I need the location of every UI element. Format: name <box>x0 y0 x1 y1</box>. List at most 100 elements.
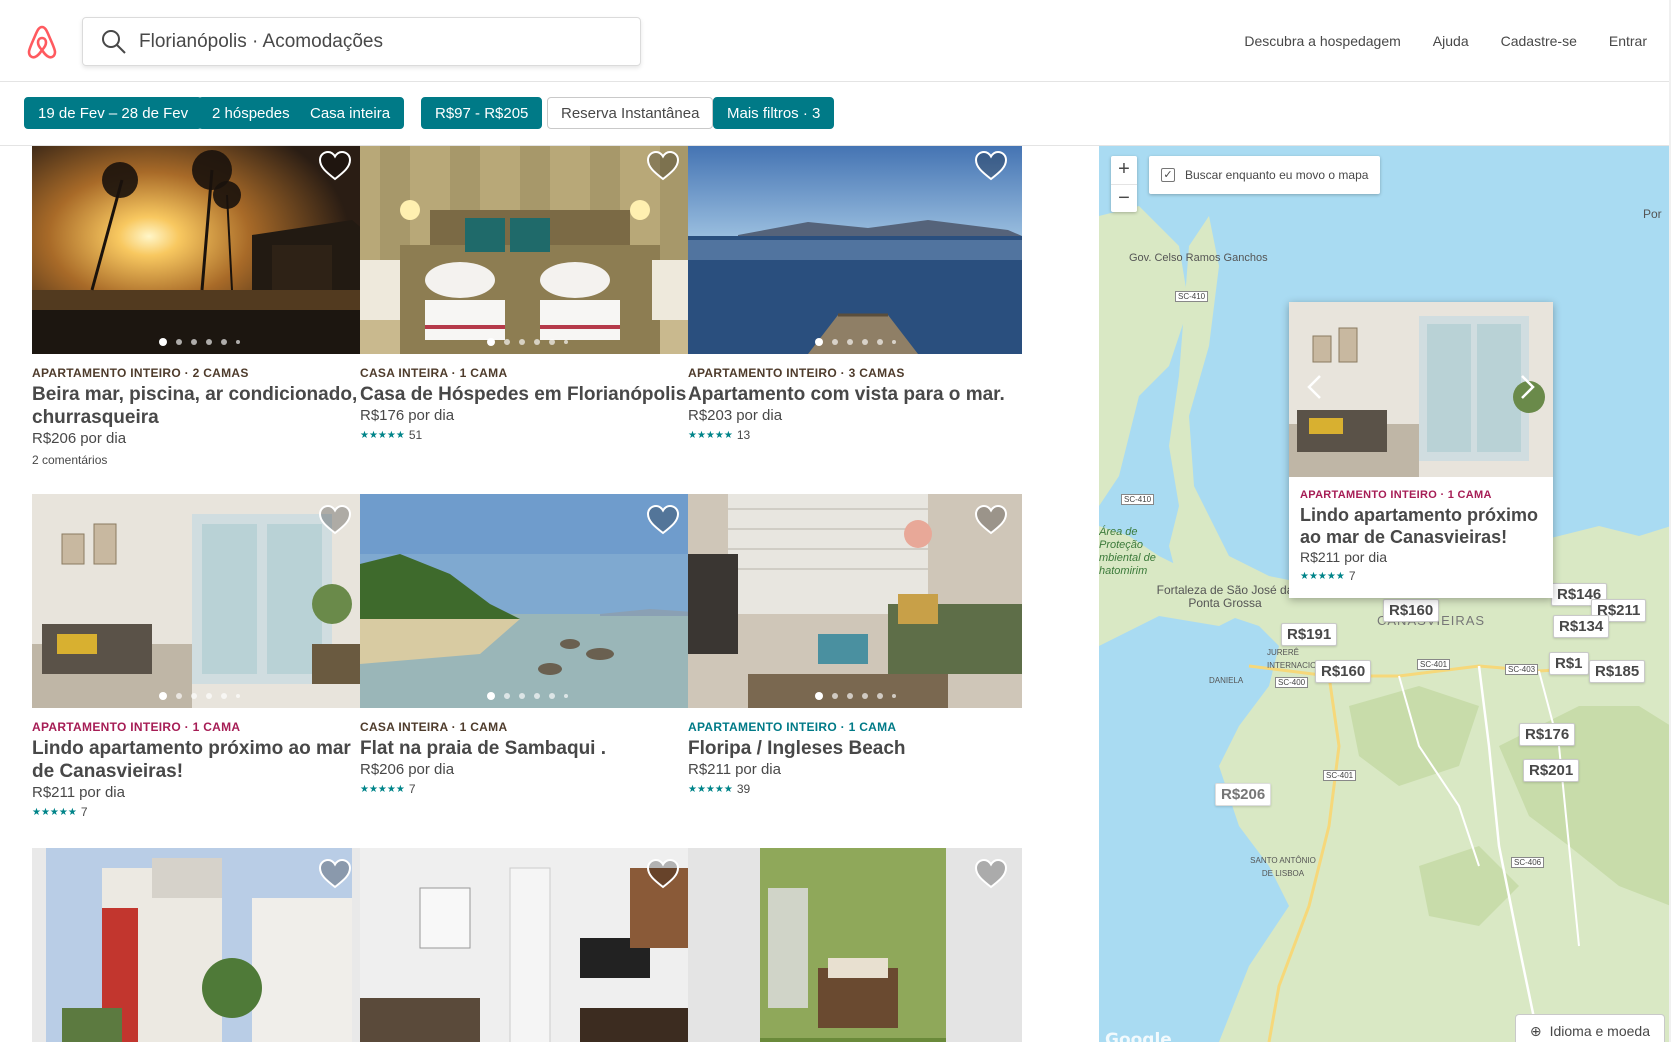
listing-photo-image <box>32 494 366 708</box>
listing-title[interactable]: Beira mar, piscina, ar condicionado, chu… <box>32 383 366 429</box>
map-price-pin[interactable]: R$176 <box>1519 723 1576 746</box>
heart-icon[interactable] <box>974 858 1008 890</box>
listing-photo[interactable] <box>360 146 694 354</box>
search-box[interactable] <box>82 17 641 66</box>
chevron-left-icon[interactable] <box>1303 372 1327 402</box>
listing-card[interactable] <box>32 848 366 1042</box>
road-tag: SC-403 <box>1505 664 1539 675</box>
popup-photo[interactable] <box>1289 302 1553 477</box>
price-unit: por dia <box>735 761 781 778</box>
filter-room-type[interactable]: Casa inteira <box>296 97 405 129</box>
popup-body: APARTAMENTO INTEIRO · 1 CAMA Lindo apart… <box>1289 477 1553 583</box>
listing-title[interactable]: Casa de Hóspedes em Florianópolis <box>360 383 694 406</box>
google-logo: Google <box>1105 1030 1172 1042</box>
listing-photo[interactable] <box>32 848 366 1042</box>
heart-icon[interactable] <box>318 150 352 182</box>
filter-more[interactable]: Mais filtros · 3 <box>713 97 835 129</box>
nav-discover-hosting[interactable]: Descubra a hospedagem <box>1244 33 1400 49</box>
nav-help[interactable]: Ajuda <box>1433 33 1469 49</box>
heart-icon[interactable] <box>646 150 680 182</box>
checkbox-checked-icon[interactable]: ✓ <box>1161 168 1175 182</box>
map-price-pin[interactable]: R$160 <box>1383 599 1440 622</box>
search-as-map-moves-label: Buscar enquanto eu movo o mapa <box>1185 168 1369 182</box>
listing-photo-image <box>32 848 366 1042</box>
listing-card[interactable]: CASA INTEIRA · 1 CAMA Casa de Hóspedes e… <box>360 146 694 442</box>
map-price-pin[interactable]: R$191 <box>1281 623 1338 646</box>
listing-price: R$176 por dia <box>360 407 694 424</box>
listing-card[interactable]: APARTAMENTO INTEIRO · 3 CAMAS Apartament… <box>688 146 1022 442</box>
map-price-pin[interactable]: R$185 <box>1589 660 1646 683</box>
carousel-dots[interactable] <box>32 692 366 700</box>
listing-price: R$206 por dia <box>360 761 694 778</box>
nav-sign-up[interactable]: Cadastre-se <box>1501 33 1577 49</box>
search-as-map-moves[interactable]: ✓ Buscar enquanto eu movo o mapa <box>1149 156 1381 194</box>
listing-card[interactable]: APARTAMENTO INTEIRO · 2 CAMAS Beira mar,… <box>32 146 366 467</box>
listing-photo[interactable] <box>32 494 366 708</box>
filter-bar: 19 de Fev – 28 de Fev 2 hóspedes Casa in… <box>0 82 1671 146</box>
road-tag: SC-401 <box>1417 659 1451 670</box>
price-unit: por dia <box>408 407 455 424</box>
map-price-pin[interactable]: R$1 <box>1549 652 1589 675</box>
listing-title[interactable]: Lindo apartamento próximo ao mar de Cana… <box>32 737 366 783</box>
listing-card[interactable] <box>360 848 694 1042</box>
listing-photo[interactable] <box>688 146 1022 354</box>
listing-title[interactable]: Flat na praia de Sambaqui . <box>360 737 694 760</box>
listing-photo-image <box>360 494 694 708</box>
heart-icon[interactable] <box>318 504 352 536</box>
carousel-dots[interactable] <box>360 692 694 700</box>
zoom-out-button[interactable]: − <box>1111 184 1137 212</box>
listing-card[interactable]: APARTAMENTO INTEIRO · 1 CAMA Floripa / I… <box>688 494 1022 796</box>
listing-photo[interactable] <box>360 494 694 708</box>
listing-price: R$206 por dia <box>32 430 366 447</box>
heart-icon[interactable] <box>974 150 1008 182</box>
listing-photo[interactable] <box>32 146 366 354</box>
nav-log-in[interactable]: Entrar <box>1609 33 1647 49</box>
listing-card[interactable]: APARTAMENTO INTEIRO · 1 CAMA Lindo apart… <box>32 494 366 819</box>
listing-price: R$211 por dia <box>688 761 1022 778</box>
heart-icon[interactable] <box>974 504 1008 536</box>
filter-price[interactable]: R$97 - R$205 <box>421 97 543 129</box>
map-listing-popup[interactable]: APARTAMENTO INTEIRO · 1 CAMA Lindo apart… <box>1289 302 1553 598</box>
star-rating-icon: ★★★★★ <box>1300 570 1345 582</box>
place-label: DANIELA <box>1209 676 1244 685</box>
review-count: 7 <box>1348 569 1356 583</box>
map-price-pin[interactable]: R$134 <box>1553 615 1610 638</box>
star-rating-icon: ★★★★★ <box>360 783 405 795</box>
listing-rating: ★★★★★ 7 <box>32 805 366 819</box>
carousel-dots[interactable] <box>688 338 1022 346</box>
price-value: R$203 <box>688 407 733 424</box>
carousel-dots[interactable] <box>32 338 366 346</box>
filter-instant-book[interactable]: Reserva Instantânea <box>547 97 714 129</box>
map-price-pin[interactable]: R$201 <box>1523 759 1580 782</box>
listing-title[interactable]: Floripa / Ingleses Beach <box>688 737 1022 760</box>
listing-card[interactable] <box>688 848 1022 1042</box>
listing-photo[interactable] <box>688 848 1022 1042</box>
map-price-pin[interactable]: R$160 <box>1315 660 1372 683</box>
popup-kicker: APARTAMENTO INTEIRO · 1 CAMA <box>1300 489 1492 501</box>
chevron-right-icon[interactable] <box>1515 372 1539 402</box>
language-currency-button[interactable]: ⊕ Idioma e moeda <box>1514 1014 1665 1042</box>
listing-photo[interactable] <box>688 494 1022 708</box>
zoom-in-button[interactable]: + <box>1111 156 1137 184</box>
listing-kicker: APARTAMENTO INTEIRO · 2 CAMAS <box>32 366 249 380</box>
filter-dates[interactable]: 19 de Fev – 28 de Fev <box>24 97 203 129</box>
heart-icon[interactable] <box>646 858 680 890</box>
map-price-pin[interactable]: R$206 <box>1215 783 1272 806</box>
price-unit: por dia <box>408 761 455 778</box>
price-value: R$176 <box>360 407 405 424</box>
listing-title[interactable]: Apartamento com vista para o mar. <box>688 383 1022 406</box>
review-count: 7 <box>408 782 416 796</box>
review-count: 7 <box>80 805 88 819</box>
heart-icon[interactable] <box>318 858 352 890</box>
filter-guests[interactable]: 2 hóspedes <box>198 97 304 129</box>
listing-photo[interactable] <box>360 848 694 1042</box>
carousel-dots[interactable] <box>688 692 1022 700</box>
road-tag: SC-410 <box>1121 494 1155 505</box>
carousel-dots[interactable] <box>360 338 694 346</box>
search-input[interactable] <box>139 30 640 53</box>
heart-icon[interactable] <box>646 504 680 536</box>
listing-card[interactable]: CASA INTEIRA · 1 CAMA Flat na praia de S… <box>360 494 694 796</box>
map-panel[interactable]: + − ✓ Buscar enquanto eu movo o mapa Gov… <box>1099 146 1671 1042</box>
popup-title[interactable]: Lindo apartamento próximo ao mar de Cana… <box>1300 504 1542 548</box>
airbnb-logo-icon[interactable] <box>26 25 58 59</box>
